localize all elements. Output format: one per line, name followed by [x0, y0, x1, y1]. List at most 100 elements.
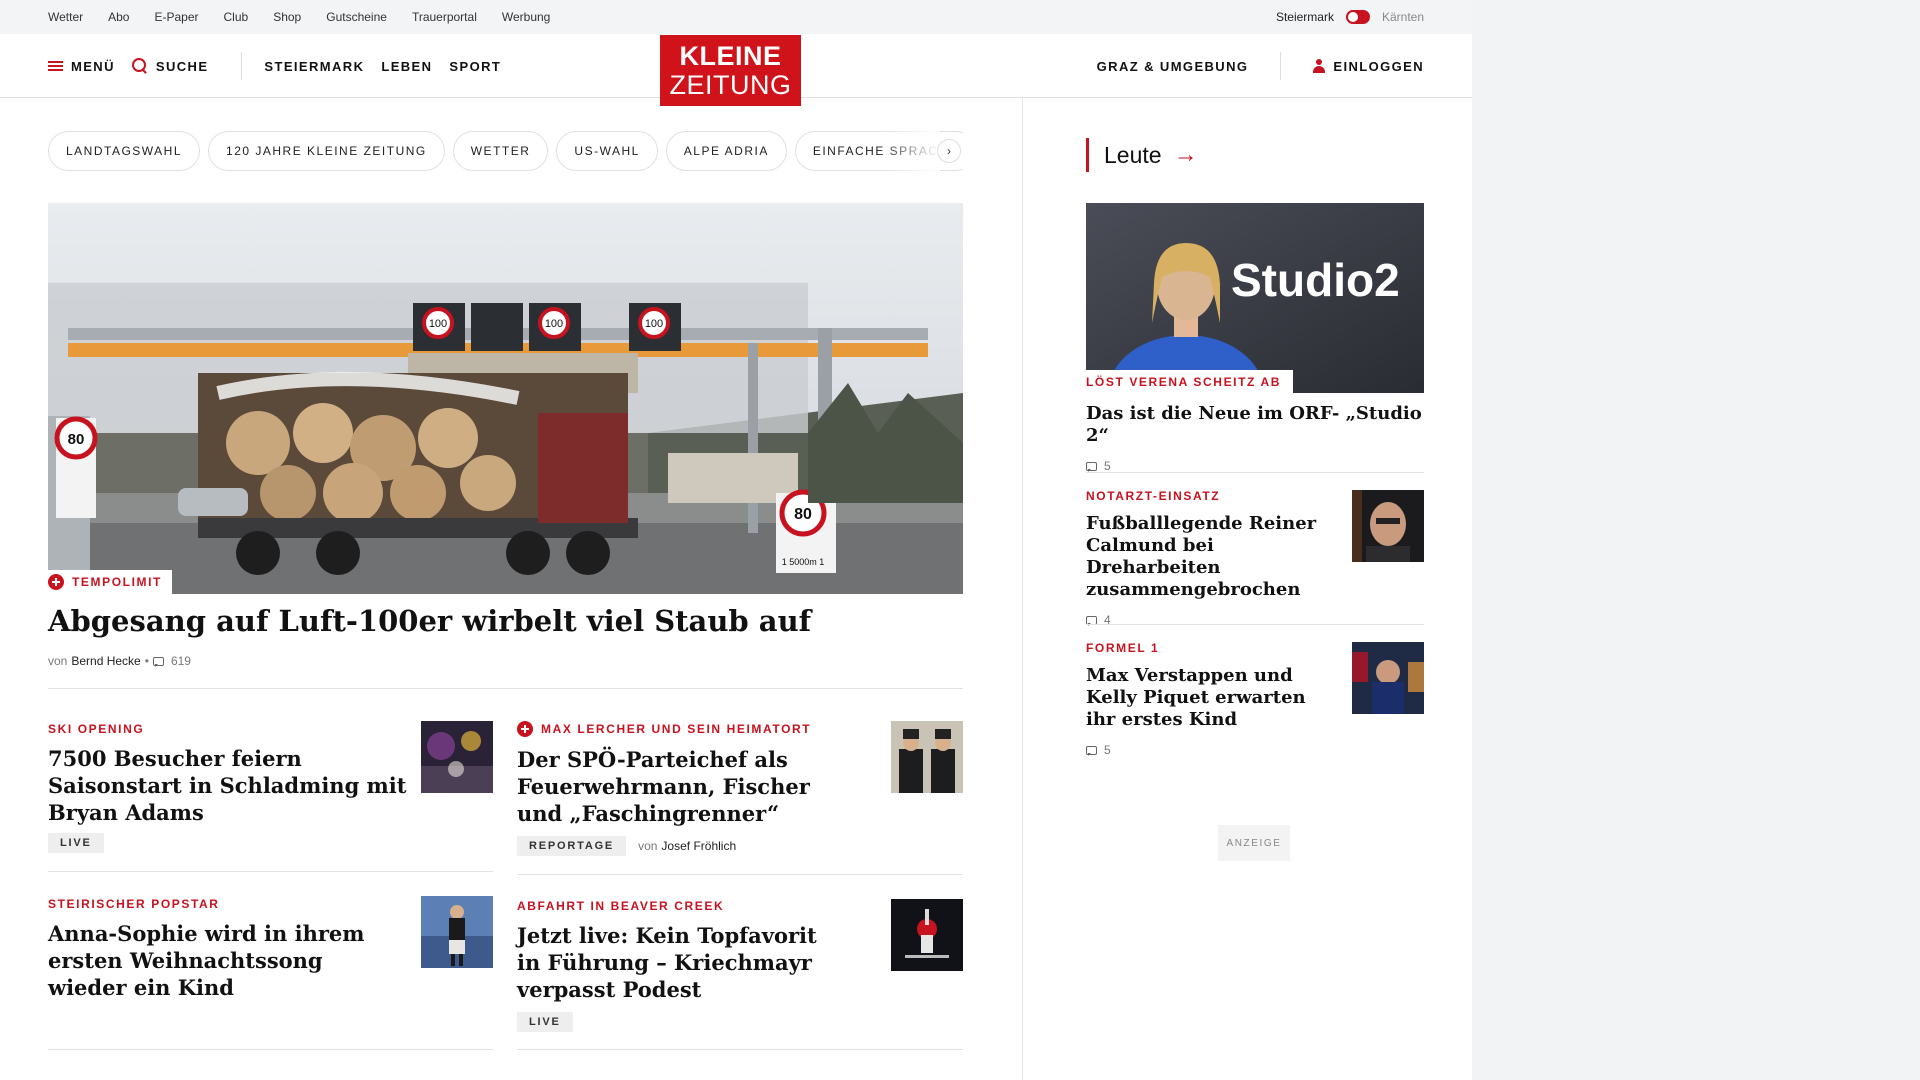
comment-count[interactable]: 619	[171, 654, 191, 668]
login-button[interactable]: EINLOGGEN	[1313, 59, 1424, 74]
sidebar-lead-image[interactable]: Studio2	[1086, 203, 1424, 393]
teaser-thumbnail[interactable]	[891, 899, 963, 971]
link-trauerportal[interactable]: Trauerportal	[412, 10, 477, 24]
hero-kicker[interactable]: TEMPOLIMIT	[48, 570, 172, 594]
topic-pills: LANDTAGSWAHL 120 JAHRE KLEINE ZEITUNG WE…	[48, 131, 963, 171]
chevron-right-icon[interactable]: ›	[937, 139, 961, 163]
hero-image[interactable]: 100 100 100 80 80 1 5000m 1	[48, 203, 963, 594]
teaser-ski-opening[interactable]: SKI OPENING 7500 Besucher feiern Saisons…	[48, 722, 408, 826]
sidebar-item-calmund[interactable]: NOTARZT-EINSATZ Fußballlegende Reiner Ca…	[1086, 489, 1336, 627]
site-logo[interactable]: KLEINE ZEITUNG	[660, 35, 801, 106]
link-club[interactable]: Club	[224, 10, 249, 24]
nav-divider	[241, 52, 243, 80]
link-gutscheine[interactable]: Gutscheine	[326, 10, 387, 24]
teaser-title[interactable]: Der SPÖ-Parteichef als Feuerwehrmann, Fi…	[517, 746, 847, 827]
nav-graz-umgebung[interactable]: GRAZ & UMGEBUNG	[1097, 59, 1249, 74]
arrow-right-icon: →	[1173, 141, 1198, 168]
badge-live-2: LIVE	[517, 1012, 573, 1032]
teaser-kicker-row: MAX LERCHER UND SEIN HEIMATORT	[517, 721, 847, 737]
link-shop[interactable]: Shop	[273, 10, 301, 24]
pill-us-wahl[interactable]: US-WAHL	[556, 131, 658, 171]
badge-live-label: LIVE	[517, 1012, 573, 1032]
teaser-thumbnail[interactable]	[891, 721, 963, 793]
menu-button[interactable]: MENÜ	[48, 59, 115, 74]
sidebar-meta: 5	[1086, 459, 1424, 473]
nav-steiermark[interactable]: STEIERMARK	[264, 59, 364, 74]
teaser-title[interactable]: 7500 Besucher feiern Saisonstart in Schl…	[48, 745, 408, 826]
link-wetter[interactable]: Wetter	[48, 10, 83, 24]
link-werbung[interactable]: Werbung	[502, 10, 550, 24]
pill-alpe-adria[interactable]: ALPE ADRIA	[665, 131, 787, 171]
pill-wetter[interactable]: WETTER	[452, 131, 549, 171]
hero-headline[interactable]: Abgesang auf Luft-100er wirbelt viel Sta…	[48, 602, 948, 640]
hero-byline: von Bernd Hecke • 619	[48, 654, 191, 668]
sidebar-thumbnail[interactable]	[1352, 490, 1424, 562]
teaser-meta: REPORTAGE von Josef Fröhlich	[517, 836, 736, 856]
pill-fade	[880, 131, 940, 171]
comment-icon	[152, 656, 164, 667]
region-switch: Steiermark Kärnten	[1276, 0, 1424, 34]
teaser-byline: von Josef Fröhlich	[638, 839, 736, 853]
hero-kicker-label: TEMPOLIMIT	[72, 575, 162, 589]
page: Wetter Abo E-Paper Club Shop Gutscheine …	[0, 0, 1472, 1080]
nav-leben[interactable]: LEBEN	[381, 59, 432, 74]
comment-count[interactable]: 5	[1104, 459, 1111, 473]
teaser-divider	[517, 874, 963, 875]
region-steiermark[interactable]: Steiermark	[1276, 10, 1334, 24]
pill-landtagswahl[interactable]: LANDTAGSWAHL	[48, 131, 201, 171]
sidebar-item-verstappen[interactable]: FORMEL 1 Max Verstappen und Kelly Piquet…	[1086, 641, 1336, 757]
badge-live-label: LIVE	[48, 833, 104, 853]
region-kaernten[interactable]: Kärnten	[1382, 10, 1424, 24]
column-divider	[1022, 98, 1023, 1080]
section-title: Leute	[1104, 141, 1162, 168]
teaser-beaver-creek[interactable]: ABFAHRT IN BEAVER CREEK Jetzt live: Kein…	[517, 899, 847, 1003]
teaser-title[interactable]: Jetzt live: Kein Topfavorit in Führung –…	[517, 922, 847, 1003]
sign-distance: 1 5000m 1	[782, 557, 825, 567]
sidebar-kicker-label: NOTARZT-EINSATZ	[1086, 489, 1221, 503]
link-epaper[interactable]: E-Paper	[154, 10, 198, 24]
link-abo[interactable]: Abo	[108, 10, 129, 24]
badge-reportage: REPORTAGE	[517, 836, 627, 856]
comment-icon	[1086, 745, 1097, 756]
plus-icon	[517, 721, 533, 737]
sign-100-c: 100	[645, 318, 663, 330]
menu-label: MENÜ	[71, 58, 115, 74]
byline-author[interactable]: Josef Fröhlich	[661, 839, 736, 853]
teaser-kicker: ABFAHRT IN BEAVER CREEK	[517, 899, 725, 913]
comment-count[interactable]: 5	[1104, 743, 1111, 757]
teaser-divider	[48, 1049, 493, 1050]
sidebar-thumbnail[interactable]	[1352, 642, 1424, 714]
comment-icon	[1086, 461, 1097, 472]
nav-divider-right	[1280, 52, 1282, 80]
sidebar-kicker-label: LÖST VERENA SCHEITZ AB	[1086, 375, 1281, 389]
teaser-divider	[48, 871, 493, 872]
teaser-anna-sophie[interactable]: STEIRISCHER POPSTAR Anna-Sophie wird in …	[48, 897, 368, 1001]
studio-logo-text: Studio2	[1231, 254, 1400, 306]
byline-separator: •	[144, 654, 149, 668]
byline-author[interactable]: Bernd Hecke	[71, 654, 140, 668]
main-nav: MENÜ SUCHE STEIERMARK LEBEN SPORT	[48, 34, 518, 98]
ad-label: ANZEIGE	[1218, 825, 1290, 861]
sidebar-item-studio2[interactable]: Das ist die Neue im ORF- „Studio 2“ 5	[1086, 403, 1424, 473]
search-button[interactable]: SUCHE	[131, 58, 209, 74]
plus-icon	[48, 574, 64, 590]
teaser-thumbnail[interactable]	[421, 896, 493, 968]
search-label: SUCHE	[155, 58, 209, 74]
nav-sport[interactable]: SPORT	[449, 59, 501, 74]
region-toggle[interactable]	[1345, 10, 1370, 24]
sidebar-title[interactable]: Fußballlegende Reiner Calmund bei Drehar…	[1086, 513, 1336, 601]
pill-120-jahre[interactable]: 120 JAHRE KLEINE ZEITUNG	[208, 131, 445, 171]
byline-by: von	[638, 839, 658, 853]
sidebar-title[interactable]: Das ist die Neue im ORF- „Studio 2“	[1086, 403, 1424, 447]
hero-divider	[48, 688, 963, 689]
main-header: MENÜ SUCHE STEIERMARK LEBEN SPORT KLEINE…	[0, 34, 1472, 106]
teaser-max-lercher[interactable]: MAX LERCHER UND SEIN HEIMATORT Der SPÖ-P…	[517, 721, 847, 827]
sign-80-left: 80	[68, 431, 85, 448]
section-leute-heading[interactable]: Leute →	[1086, 138, 1198, 172]
sidebar-title[interactable]: Max Verstappen und Kelly Piquet erwarten…	[1086, 665, 1336, 731]
sign-100-a: 100	[429, 318, 447, 330]
teaser-title[interactable]: Anna-Sophie wird in ihrem ersten Weihnac…	[48, 920, 368, 1001]
teaser-thumbnail[interactable]	[421, 721, 493, 793]
sign-100-b: 100	[545, 318, 563, 330]
sidebar-divider	[1086, 624, 1424, 625]
